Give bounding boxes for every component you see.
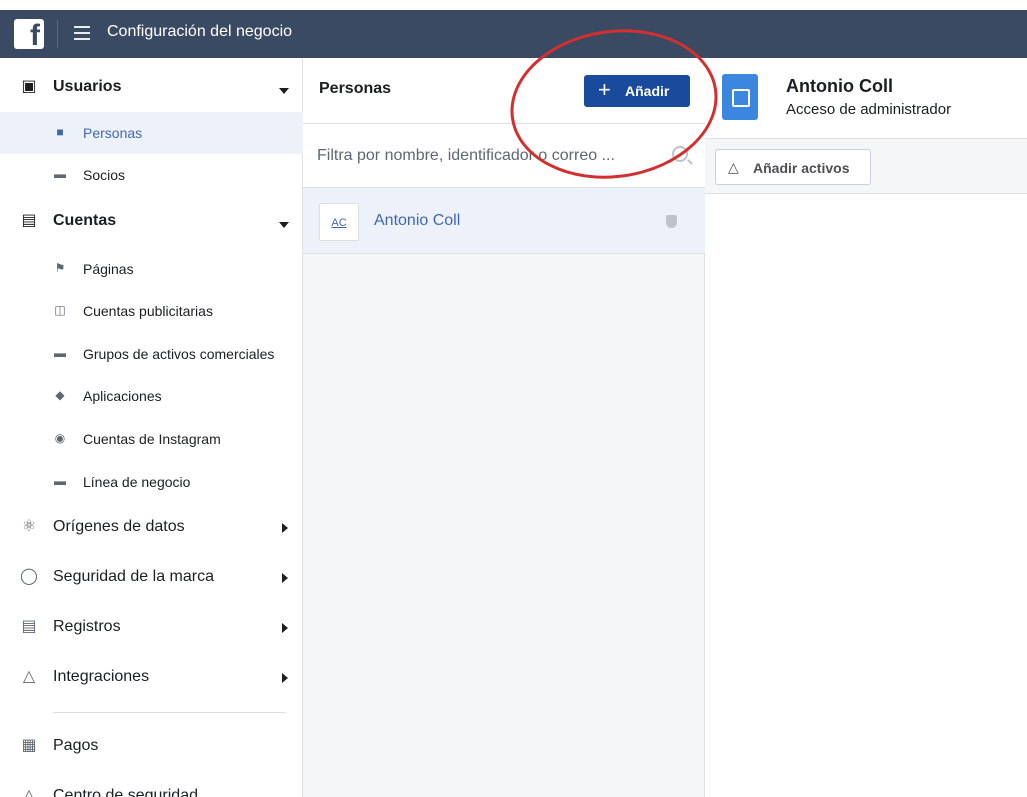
sidebar-section-seguridad-marca[interactable]: ◯ Seguridad de la marca: [0, 554, 303, 602]
facebook-logo-icon[interactable]: f: [14, 19, 44, 51]
people-panel-header: Personas + Añadir: [303, 58, 705, 124]
person-detail-panel: Antonio Coll Acceso de administrador △ A…: [705, 58, 1027, 797]
sidebar-item-label: Cuentas de Instagram: [83, 431, 221, 447]
instagram-icon: ◉: [54, 431, 66, 445]
integrations-icon: △: [22, 668, 36, 685]
add-assets-button[interactable]: △ Añadir activos: [715, 149, 871, 185]
search-icon[interactable]: [672, 146, 688, 162]
chevron-down-icon: [279, 88, 289, 94]
plus-icon: +: [598, 77, 611, 102]
page-title: Configuración del negocio: [107, 23, 293, 40]
sidebar-item-label: Socios: [83, 167, 126, 183]
search-input[interactable]: [317, 144, 657, 168]
chevron-right-icon: [282, 623, 288, 633]
sidebar-item-pagos[interactable]: ▦ Pagos: [0, 723, 303, 771]
sidebar-item-label: Cuentas publicitarias: [83, 303, 213, 319]
person-detail-name: Antonio Coll: [786, 76, 893, 96]
chevron-right-icon: [282, 573, 288, 583]
person-detail-header: Antonio Coll Acceso de administrador: [705, 58, 1027, 138]
person-avatar-icon: [722, 74, 758, 120]
person-icon: ■: [56, 125, 64, 139]
hamburger-menu-icon[interactable]: [74, 26, 90, 40]
briefcase-icon: ▬: [54, 167, 66, 181]
sidebar-section-label: Pagos: [53, 737, 99, 754]
person-name: Antonio Coll: [374, 212, 461, 229]
folder-icon: ▬: [54, 346, 66, 360]
sidebar-section-label: Registros: [53, 618, 121, 635]
briefcase-icon: ▬: [54, 474, 66, 488]
sidebar-section-registros[interactable]: ▤ Registros: [0, 604, 303, 652]
sidebar-item-label: Personas: [83, 125, 143, 141]
sidebar-group-usuarios[interactable]: ▣ Usuarios: [0, 64, 303, 112]
add-person-button[interactable]: + Añadir: [584, 75, 690, 107]
clipboard-icon: ▤: [21, 618, 37, 635]
data-sources-icon: ⚛: [21, 518, 37, 535]
sidebar-section-origenes[interactable]: ⚛ Orígenes de datos: [0, 504, 303, 552]
add-assets-label: Añadir activos: [753, 160, 850, 176]
sidebar-item-label: Aplicaciones: [83, 388, 162, 404]
detail-toolbar: △ Añadir activos: [705, 138, 1027, 194]
sidebar-item-centro-seguridad[interactable]: △ Centro de seguridad: [0, 773, 303, 797]
sidebar: ▣ Usuarios ■ Personas ▬ Socios ▤ Cuentas…: [0, 58, 303, 797]
topbar-divider: [57, 20, 58, 48]
sidebar-item-label: Línea de negocio: [83, 474, 191, 490]
sidebar-divider: [53, 712, 286, 713]
sidebar-section-label: Seguridad de la marca: [53, 568, 214, 585]
person-detail-role: Acceso de administrador: [786, 101, 952, 118]
sidebar-item-personas[interactable]: ■ Personas: [0, 112, 303, 154]
sidebar-item-grupos-activos[interactable]: ▬ Grupos de activos comerciales: [0, 333, 303, 375]
avatar: AC: [319, 203, 359, 241]
sidebar-item-instagram[interactable]: ◉ Cuentas de Instagram: [0, 418, 303, 460]
shield-icon: [666, 215, 677, 228]
lock-icon: △: [22, 787, 36, 797]
users-icon: ▣: [21, 78, 37, 95]
integrations-icon: △: [728, 159, 739, 175]
sidebar-group-label: Cuentas: [53, 212, 117, 229]
sidebar-section-label: Integraciones: [53, 668, 150, 685]
sidebar-item-socios[interactable]: ▬ Socios: [0, 154, 303, 196]
sidebar-item-paginas[interactable]: ⚑ Páginas: [0, 248, 303, 290]
sidebar-item-linea-negocio[interactable]: ▬ Línea de negocio: [0, 461, 303, 503]
sidebar-item-cuentas-publicitarias[interactable]: ◫ Cuentas publicitarias: [0, 290, 303, 332]
ad-account-icon: ◫: [54, 303, 66, 317]
shield-icon: ◯: [20, 568, 38, 585]
bank-icon: ▦: [21, 737, 37, 754]
add-button-label: Añadir: [625, 83, 670, 99]
cube-icon: ◆: [55, 388, 65, 402]
sidebar-item-label: Grupos de activos comerciales: [83, 346, 275, 362]
chevron-right-icon: [282, 523, 288, 533]
sidebar-section-integraciones[interactable]: △ Integraciones: [0, 654, 303, 702]
sidebar-group-label: Usuarios: [53, 78, 122, 95]
sidebar-item-label: Páginas: [83, 261, 134, 277]
chevron-down-icon: [279, 222, 289, 228]
list-item[interactable]: AC Antonio Coll: [303, 188, 705, 254]
sidebar-section-label: Centro de seguridad: [53, 787, 198, 797]
people-panel-title: Personas: [319, 80, 392, 97]
people-panel: Personas + Añadir AC Antonio Coll: [303, 58, 705, 797]
chevron-right-icon: [282, 673, 288, 683]
top-bar: f Configuración del negocio: [0, 10, 1027, 58]
sidebar-group-cuentas[interactable]: ▤ Cuentas: [0, 198, 303, 246]
sidebar-section-label: Orígenes de datos: [53, 518, 185, 535]
flag-icon: ⚑: [54, 261, 66, 275]
sidebar-item-aplicaciones[interactable]: ◆ Aplicaciones: [0, 375, 303, 417]
search-row: [303, 124, 705, 188]
archive-icon: ▤: [21, 212, 37, 229]
